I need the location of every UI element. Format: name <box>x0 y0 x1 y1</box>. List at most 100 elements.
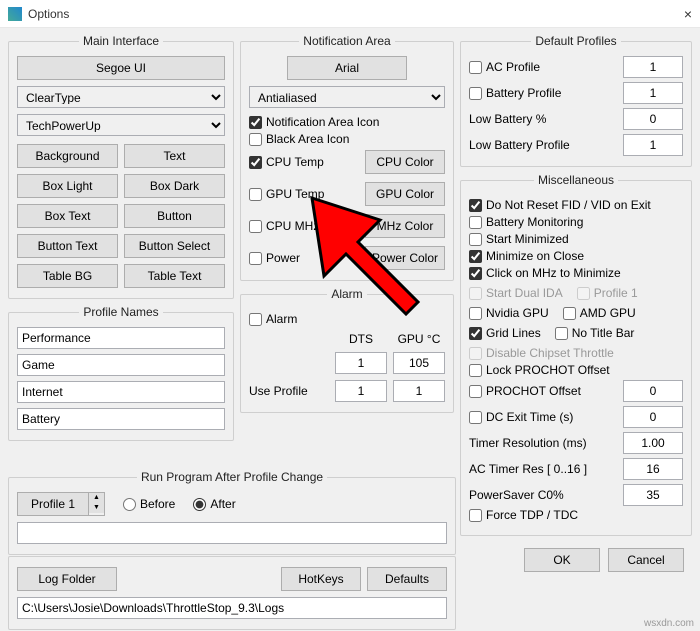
low-battery-pct-label: Low Battery % <box>469 112 615 126</box>
notif-font-button[interactable]: Arial <box>287 56 407 80</box>
gpu-label: GPU °C <box>393 332 445 346</box>
main-interface-group: Main Interface Segoe UI ClearType TechPo… <box>8 34 234 299</box>
gpu-input[interactable] <box>393 352 445 374</box>
default-profiles-legend: Default Profiles <box>531 34 620 48</box>
main-interface-legend: Main Interface <box>79 34 163 48</box>
table-bg-button[interactable]: Table BG <box>17 264 118 288</box>
battery-profile-input[interactable] <box>623 82 683 104</box>
profile2-input[interactable] <box>17 354 225 376</box>
titlebar: Options × <box>0 0 700 28</box>
profile-stepper-button[interactable]: Profile 1 <box>17 492 89 516</box>
dual-ida-check: Start Dual IDA <box>469 286 563 300</box>
misc-group: Miscellaneous Do Not Reset FID / VID on … <box>460 173 692 536</box>
force-tdp-check[interactable]: Force TDP / TDC <box>469 508 683 522</box>
no-reset-check[interactable]: Do Not Reset FID / VID on Exit <box>469 198 683 212</box>
close-icon[interactable]: × <box>652 6 692 22</box>
low-battery-profile-label: Low Battery Profile <box>469 138 615 152</box>
render-mode-select[interactable]: ClearType <box>17 86 225 108</box>
profile-stepper[interactable]: Profile 1 ▲▼ <box>17 492 105 516</box>
button-select-button[interactable]: Button Select <box>124 234 225 258</box>
no-title-check[interactable]: No Title Bar <box>555 326 635 340</box>
run-after-legend: Run Program After Profile Change <box>137 470 327 484</box>
alarm-check[interactable]: Alarm <box>249 312 445 326</box>
prochot-offset-check[interactable]: PROCHOT Offset <box>469 384 615 398</box>
ac-profile-check[interactable]: AC Profile <box>469 60 615 74</box>
chevron-up-icon[interactable]: ▲ <box>89 493 104 503</box>
misc-legend: Miscellaneous <box>534 173 618 187</box>
low-battery-pct-input[interactable] <box>623 108 683 130</box>
mhz-color-button[interactable]: MHz Color <box>365 214 445 238</box>
hotkeys-button[interactable]: HotKeys <box>281 567 361 591</box>
table-text-button[interactable]: Table Text <box>124 264 225 288</box>
notification-group: Notification Area Arial Antialiased Noti… <box>240 34 454 281</box>
nvidia-check[interactable]: Nvidia GPU <box>469 306 549 320</box>
ac-profile-input[interactable] <box>623 56 683 78</box>
box-light-button[interactable]: Box Light <box>17 174 118 198</box>
lock-prochot-check[interactable]: Lock PROCHOT Offset <box>469 363 683 377</box>
gpu-temp-check[interactable]: GPU Temp <box>249 187 359 201</box>
notification-legend: Notification Area <box>299 34 394 48</box>
theme-select[interactable]: TechPowerUp <box>17 114 225 136</box>
ac-timer-input[interactable] <box>623 458 683 480</box>
profile4-input[interactable] <box>17 408 225 430</box>
black-icon-check[interactable]: Black Area Icon <box>249 132 445 146</box>
button-button[interactable]: Button <box>124 204 225 228</box>
gpu-color-button[interactable]: GPU Color <box>365 182 445 206</box>
bottom-group: Log Folder HotKeys Defaults <box>8 556 456 630</box>
grid-lines-check[interactable]: Grid Lines <box>469 326 541 340</box>
click-mhz-check[interactable]: Click on MHz to Minimize <box>469 266 683 280</box>
defaults-button[interactable]: Defaults <box>367 567 447 591</box>
run-after-group: Run Program After Profile Change Profile… <box>8 470 456 555</box>
window-title: Options <box>28 7 652 21</box>
chevron-down-icon[interactable]: ▼ <box>89 503 104 513</box>
powersaver-input[interactable] <box>623 484 683 506</box>
timer-res-input[interactable] <box>623 432 683 454</box>
notif-icon-check[interactable]: Notification Area Icon <box>249 115 445 129</box>
cpu-temp-check[interactable]: CPU Temp <box>249 155 359 169</box>
ok-button[interactable]: OK <box>524 548 600 572</box>
timer-res-label: Timer Resolution (ms) <box>469 436 615 450</box>
text-button[interactable]: Text <box>124 144 225 168</box>
dc-exit-input[interactable] <box>623 406 683 428</box>
start-minimized-check[interactable]: Start Minimized <box>469 232 683 246</box>
alarm-legend: Alarm <box>327 287 366 301</box>
amd-check[interactable]: AMD GPU <box>563 306 636 320</box>
profile1-input[interactable] <box>17 327 225 349</box>
button-text-button[interactable]: Button Text <box>17 234 118 258</box>
battery-profile-check[interactable]: Battery Profile <box>469 86 615 100</box>
ac-timer-label: AC Timer Res [ 0..16 ] <box>469 462 615 476</box>
box-dark-button[interactable]: Box Dark <box>124 174 225 198</box>
antialias-select[interactable]: Antialiased <box>249 86 445 108</box>
dts-label: DTS <box>335 332 387 346</box>
alarm-group: Alarm Alarm DTS GPU °C Use Profile <box>240 287 454 413</box>
power-color-button[interactable]: Power Color <box>365 246 445 270</box>
log-path-input[interactable] <box>17 597 447 619</box>
profile3-input[interactable] <box>17 381 225 403</box>
background-button[interactable]: Background <box>17 144 118 168</box>
after-radio[interactable]: After <box>193 497 235 511</box>
default-profiles-group: Default Profiles AC Profile Battery Prof… <box>460 34 692 167</box>
use-profile2-input[interactable] <box>393 380 445 402</box>
powersaver-label: PowerSaver C0% <box>469 488 615 502</box>
dts-input[interactable] <box>335 352 387 374</box>
prochot-offset-input[interactable] <box>623 380 683 402</box>
chipset-throttle-check: Disable Chipset Throttle <box>469 346 683 360</box>
cpu-color-button[interactable]: CPU Color <box>365 150 445 174</box>
run-path-input[interactable] <box>17 522 447 544</box>
battery-monitoring-check[interactable]: Battery Monitoring <box>469 215 683 229</box>
cancel-button[interactable]: Cancel <box>608 548 684 572</box>
profile-names-group: Profile Names <box>8 305 234 441</box>
font-button[interactable]: Segoe UI <box>17 56 225 80</box>
low-battery-profile-input[interactable] <box>623 134 683 156</box>
before-radio[interactable]: Before <box>123 497 175 511</box>
cpu-mhz-check[interactable]: CPU MHz <box>249 219 359 233</box>
use-profile1-input[interactable] <box>335 380 387 402</box>
profile1-check: Profile 1 <box>577 286 638 300</box>
power-check[interactable]: Power <box>249 251 359 265</box>
app-icon <box>8 7 22 21</box>
dc-exit-check[interactable]: DC Exit Time (s) <box>469 410 615 424</box>
use-profile-label: Use Profile <box>249 384 329 398</box>
box-text-button[interactable]: Box Text <box>17 204 118 228</box>
minimize-close-check[interactable]: Minimize on Close <box>469 249 683 263</box>
log-folder-button[interactable]: Log Folder <box>17 567 117 591</box>
